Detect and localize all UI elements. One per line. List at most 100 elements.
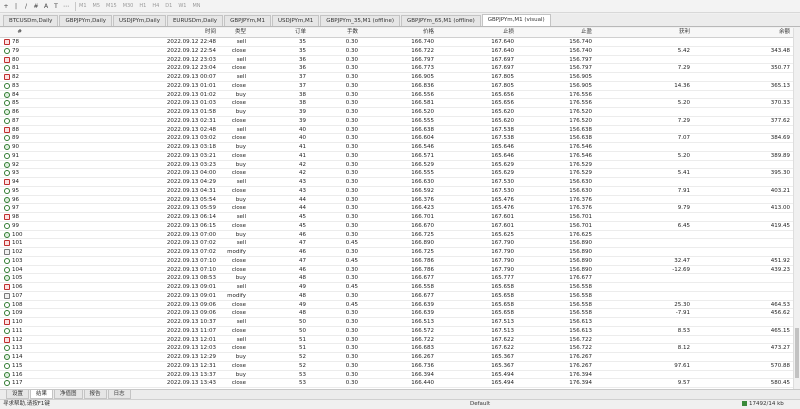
timeframe-button-h4[interactable]: H4 [152,1,159,12]
table-row[interactable]: 112 2022.09.13 12:01 sell 51 0.30 166.722 167.… [0,336,793,345]
toolbar-tool-6-icon[interactable]: ⋯ [62,1,70,12]
cell-balance [730,213,790,221]
table-row[interactable]: 104 2022.09.13 07:10 close 46 0.30 166.786 167… [0,266,793,275]
chart-tab-3[interactable]: EURUSDm,Daily [166,15,224,26]
table-row[interactable]: 81 2022.09.12 23:04 close 36 0.30 166.773 167.… [0,64,793,73]
header-price[interactable]: 价格 [380,28,434,37]
header-order[interactable]: 订单 [260,28,306,37]
table-row[interactable]: 102 2022.09.13 07:02 modify 46 0.30 166.725 16… [0,248,793,257]
table-row[interactable]: 90 2022.09.13 03:18 buy 41 0.30 166.546 165.64… [0,143,793,152]
header-type[interactable]: 类型 [190,28,246,37]
table-row[interactable]: 106 2022.09.13 09:01 sell 49 0.45 166.558 165.… [0,283,793,292]
header-volume[interactable]: 手数 [318,28,358,37]
cell-sl: 167.601 [491,214,514,220]
table-row[interactable]: 99 2022.09.13 06:15 close 45 0.30 166.670 167.… [0,222,793,231]
table-row[interactable]: 85 2022.09.13 01:03 close 38 0.30 166.581 165.… [0,99,793,108]
tester-tab-3[interactable]: 报告 [83,390,107,399]
scrollbar-thumb[interactable] [795,328,799,378]
cell-num: 95 [12,187,19,194]
table-row[interactable]: 117 2022.09.13 13:43 close 53 0.30 166.440 165… [0,379,793,388]
table-row[interactable]: 88 2022.09.13 02:48 sell 40 0.30 166.638 167.5… [0,126,793,135]
header-sl[interactable]: 止损 [460,28,514,37]
timeframe-button-m15[interactable]: M15 [106,1,117,12]
chart-tab-1[interactable]: GBPJPYm,Daily [59,15,112,26]
results-table: # 时间 类型 订单 手数 价格 止损 止盈 获利 余额 78 2022.09.1… [0,28,793,389]
table-row[interactable]: 100 2022.09.13 07:00 buy 46 0.30 166.725 165.6… [0,231,793,240]
table-row[interactable]: 109 2022.09.13 09:06 close 48 0.30 166.639 165… [0,309,793,318]
timeframe-button-d1[interactable]: D1 [165,1,172,12]
table-row[interactable]: 95 2022.09.13 04:31 close 43 0.30 166.592 167.… [0,187,793,196]
timeframe-button-mn[interactable]: MN [192,1,200,12]
timeframe-button-m5[interactable]: M5 [93,1,101,12]
table-row[interactable]: 96 2022.09.13 05:54 buy 44 0.30 166.376 165.47… [0,196,793,205]
table-row[interactable]: 86 2022.09.13 01:58 buy 39 0.30 166.520 165.62… [0,108,793,117]
chart-tab-8[interactable]: GBPJPYm,M1 (visual) [481,14,551,26]
table-row[interactable]: 116 2022.09.13 13:37 buy 53 0.30 166.394 165.4… [0,371,793,380]
table-row[interactable]: 82 2022.09.13 00:07 sell 37 0.30 166.905 167.8… [0,73,793,82]
toolbar-tool-1-icon[interactable]: | [12,1,20,12]
table-row[interactable]: 91 2022.09.13 03:21 close 41 0.30 166.571 165.… [0,152,793,161]
cell-balance: 370.33 [770,100,790,107]
cell-num: 93 [12,170,19,177]
table-row[interactable]: 78 2022.09.12 22:48 sell 35 0.30 166.740 167.6… [0,38,793,47]
chart-tab-6[interactable]: GBPJPYm_35,M1 (offline) [320,15,400,26]
table-row[interactable]: 94 2022.09.13 04:29 sell 43 0.30 166.630 167.5… [0,178,793,187]
chart-tab-7[interactable]: GBPJPYm_65,M1 (offline) [400,15,481,26]
table-row[interactable]: 108 2022.09.13 09:06 close 49 0.45 166.639 165… [0,301,793,310]
toolbar-tool-2-icon[interactable]: / [22,1,30,12]
cell-num: 116 [12,371,23,378]
tester-tab-0[interactable]: 设置 [6,390,30,399]
table-row[interactable]: 101 2022.09.13 07:02 sell 47 0.45 166.890 167.… [0,239,793,248]
table-row[interactable]: 107 2022.09.13 09:01 modify 48 0.30 166.677 16… [0,292,793,301]
cell-volume: 0.30 [345,249,358,255]
table-row[interactable]: 89 2022.09.13 03:02 close 40 0.30 166.604 167.… [0,134,793,143]
cell-sl: 167.697 [491,56,514,63]
table-row[interactable]: 115 2022.09.13 12:31 close 52 0.30 166.736 165… [0,362,793,371]
header-balance[interactable]: 余额 [730,28,790,37]
vertical-scrollbar[interactable] [793,28,800,389]
toolbar-tool-0-icon[interactable]: + [2,1,10,12]
table-row[interactable]: 87 2022.09.13 02:31 close 39 0.30 166.555 165.… [0,117,793,126]
tester-tab-4[interactable]: 日志 [107,390,131,399]
table-row[interactable]: 79 2022.09.12 22:54 close 35 0.30 166.722 167.… [0,47,793,56]
cell-price: 166.376 [411,196,434,203]
header-number[interactable]: # [0,28,22,37]
table-row[interactable]: 98 2022.09.13 06:14 sell 45 0.30 166.701 167.6… [0,213,793,222]
table-row[interactable]: 84 2022.09.13 01:02 buy 38 0.30 166.556 165.65… [0,91,793,100]
cell-num: 92 [12,161,19,168]
close-deal-icon [4,310,10,317]
cell-price: 166.786 [411,266,434,273]
tester-tab-1[interactable]: 结果 [30,390,54,399]
table-row[interactable]: 113 2022.09.13 12:03 close 51 0.30 166.683 167… [0,344,793,353]
cell-balance [730,371,790,379]
table-row[interactable]: 110 2022.09.13 10:37 sell 50 0.30 166.513 167.… [0,318,793,327]
timeframe-button-m30[interactable]: M30 [123,1,134,12]
table-row[interactable]: 103 2022.09.13 07:10 close 47 0.45 166.786 167… [0,257,793,266]
cell-profit: 97.61 [674,362,690,369]
cell-volume: 0.30 [345,47,358,54]
table-row[interactable]: 93 2022.09.13 04:00 close 42 0.30 166.555 165.… [0,169,793,178]
timeframe-button-h1[interactable]: H1 [139,1,146,12]
timeframe-button-m1[interactable]: M1 [79,1,87,12]
buy-deal-icon [4,109,10,115]
timeframe-button-w1[interactable]: W1 [178,1,186,12]
chart-tab-2[interactable]: USDJPYm,Daily [113,15,166,26]
tester-tab-2[interactable]: 净值图 [54,390,83,399]
chart-tab-5[interactable]: USDJPYm,M1 [271,15,320,26]
table-row[interactable]: 105 2022.09.13 08:53 buy 48 0.30 166.677 165.7… [0,274,793,283]
table-row[interactable]: 92 2022.09.13 03:23 buy 42 0.30 166.529 165.62… [0,161,793,170]
table-row[interactable]: 80 2022.09.12 23:03 sell 36 0.30 166.797 167.6… [0,56,793,65]
table-row[interactable]: 83 2022.09.13 01:01 close 37 0.30 166.836 167.… [0,82,793,91]
toolbar-tool-3-icon[interactable]: # [32,1,40,12]
cell-price: 166.740 [411,39,434,45]
cell-price: 166.558 [411,284,434,290]
table-row[interactable]: 97 2022.09.13 05:59 close 44 0.30 166.423 165.… [0,204,793,213]
header-tp[interactable]: 止盈 [540,28,592,37]
table-row[interactable]: 114 2022.09.13 12:29 buy 52 0.30 166.267 165.3… [0,353,793,362]
toolbar-tool-4-icon[interactable]: A [42,1,50,12]
chart-tab-0[interactable]: BTCUSDm,Daily [3,15,59,26]
chart-tab-4[interactable]: GBPJPYm,M1 [224,15,271,26]
table-row[interactable]: 111 2022.09.13 11:07 close 50 0.30 166.572 167… [0,327,793,336]
header-profit[interactable]: 获利 [640,28,690,37]
toolbar-tool-5-icon[interactable]: T [52,1,60,12]
